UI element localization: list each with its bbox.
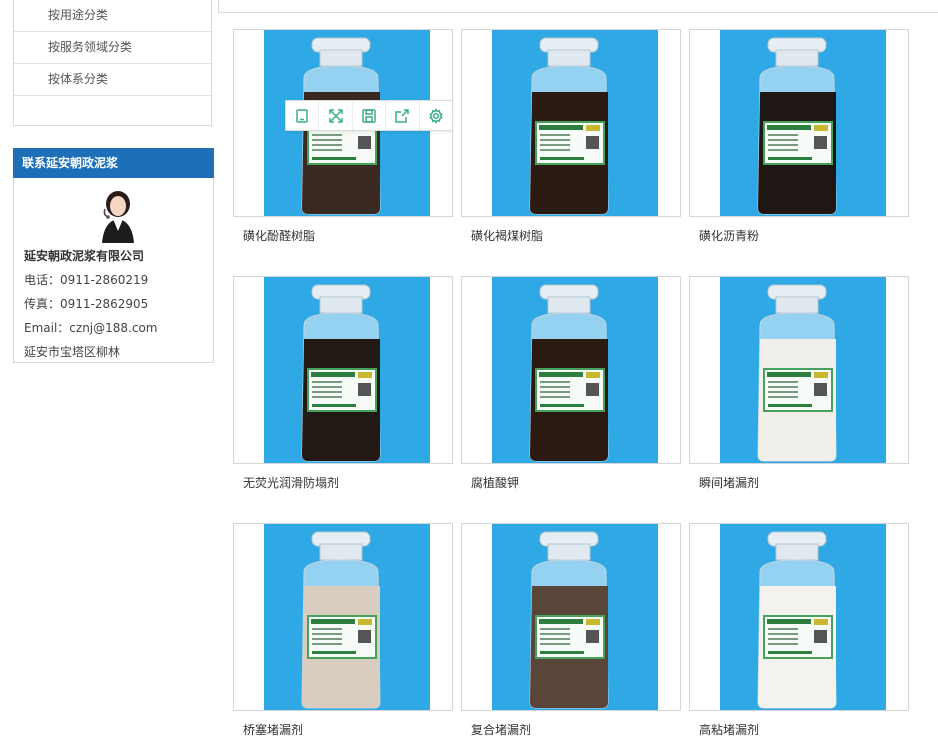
product-title[interactable]: 无荧光润滑防塌剂 (233, 474, 453, 491)
product-image[interactable] (689, 276, 909, 464)
product-card[interactable]: 瞬间堵漏剂 (689, 276, 909, 491)
settings-button[interactable] (420, 101, 452, 130)
jar-illustration (529, 284, 609, 462)
product-title[interactable]: 瞬间堵漏剂 (689, 474, 909, 491)
product-card[interactable]: 无荧光润滑防塌剂 (233, 276, 453, 491)
product-card[interactable]: 腐植酸钾 (461, 276, 681, 491)
fullscreen-icon (328, 108, 343, 123)
content-frame-top (218, 0, 938, 13)
category-by-use[interactable]: 按用途分类 (14, 0, 211, 32)
image-toolbar (285, 100, 453, 131)
product-card[interactable]: 磺化沥青粉 (689, 29, 909, 244)
jar-illustration (301, 531, 381, 709)
product-image[interactable] (689, 29, 909, 217)
product-image[interactable] (461, 29, 681, 217)
category-list: 按用途分类 按服务领域分类 按体系分类 (13, 0, 212, 126)
product-title[interactable]: 复合堵漏剂 (461, 721, 681, 738)
company-name: 延安朝政泥浆有限公司 (24, 249, 145, 263)
product-image[interactable] (233, 276, 453, 464)
product-title[interactable]: 腐植酸钾 (461, 474, 681, 491)
save-button[interactable] (353, 101, 387, 130)
contact-phone: 电话：0911-2860219 (24, 273, 149, 287)
product-card[interactable]: 高粘堵漏剂 (689, 523, 909, 738)
product-title[interactable]: 磺化酚醛树脂 (233, 227, 453, 244)
save-icon (362, 108, 376, 123)
product-image[interactable] (689, 523, 909, 711)
category-by-service-field[interactable]: 按服务领域分类 (14, 32, 211, 64)
jar-illustration (301, 284, 381, 462)
contact-fax: 传真：0911-2862905 (24, 297, 149, 311)
customer-service-avatar (102, 191, 134, 243)
copy-button[interactable] (286, 101, 320, 130)
jar-illustration (529, 531, 609, 709)
jar-illustration (757, 531, 837, 709)
jar-illustration (757, 284, 837, 462)
jar-illustration (757, 37, 837, 215)
product-card[interactable]: 磺化酚醛树脂 (233, 29, 453, 244)
product-image[interactable] (233, 523, 453, 711)
share-icon (395, 108, 410, 123)
share-button[interactable] (386, 101, 420, 130)
contact-email[interactable]: Email：cznj@188.com (24, 319, 157, 336)
product-image[interactable] (461, 276, 681, 464)
contact-address: 延安市宝塔区柳林 (24, 345, 121, 359)
contact-panel: 联系延安朝政泥浆 延安朝政泥浆有限公司 电话：0911-2860219 传真：0… (13, 148, 214, 363)
product-card[interactable]: 桥塞堵漏剂 (233, 523, 453, 738)
product-card[interactable]: 磺化褐煤树脂 (461, 29, 681, 244)
product-title[interactable]: 高粘堵漏剂 (689, 721, 909, 738)
product-card[interactable]: 复合堵漏剂 (461, 523, 681, 738)
jar-illustration (529, 37, 609, 215)
copy-icon (296, 108, 308, 123)
settings-icon (429, 107, 443, 124)
product-title[interactable]: 桥塞堵漏剂 (233, 721, 453, 738)
product-title[interactable]: 磺化沥青粉 (689, 227, 909, 244)
contact-heading: 联系延安朝政泥浆 (13, 148, 214, 178)
product-image[interactable] (461, 523, 681, 711)
product-title[interactable]: 磺化褐煤树脂 (461, 227, 681, 244)
fullscreen-button[interactable] (319, 101, 353, 130)
category-by-system[interactable]: 按体系分类 (14, 64, 211, 96)
